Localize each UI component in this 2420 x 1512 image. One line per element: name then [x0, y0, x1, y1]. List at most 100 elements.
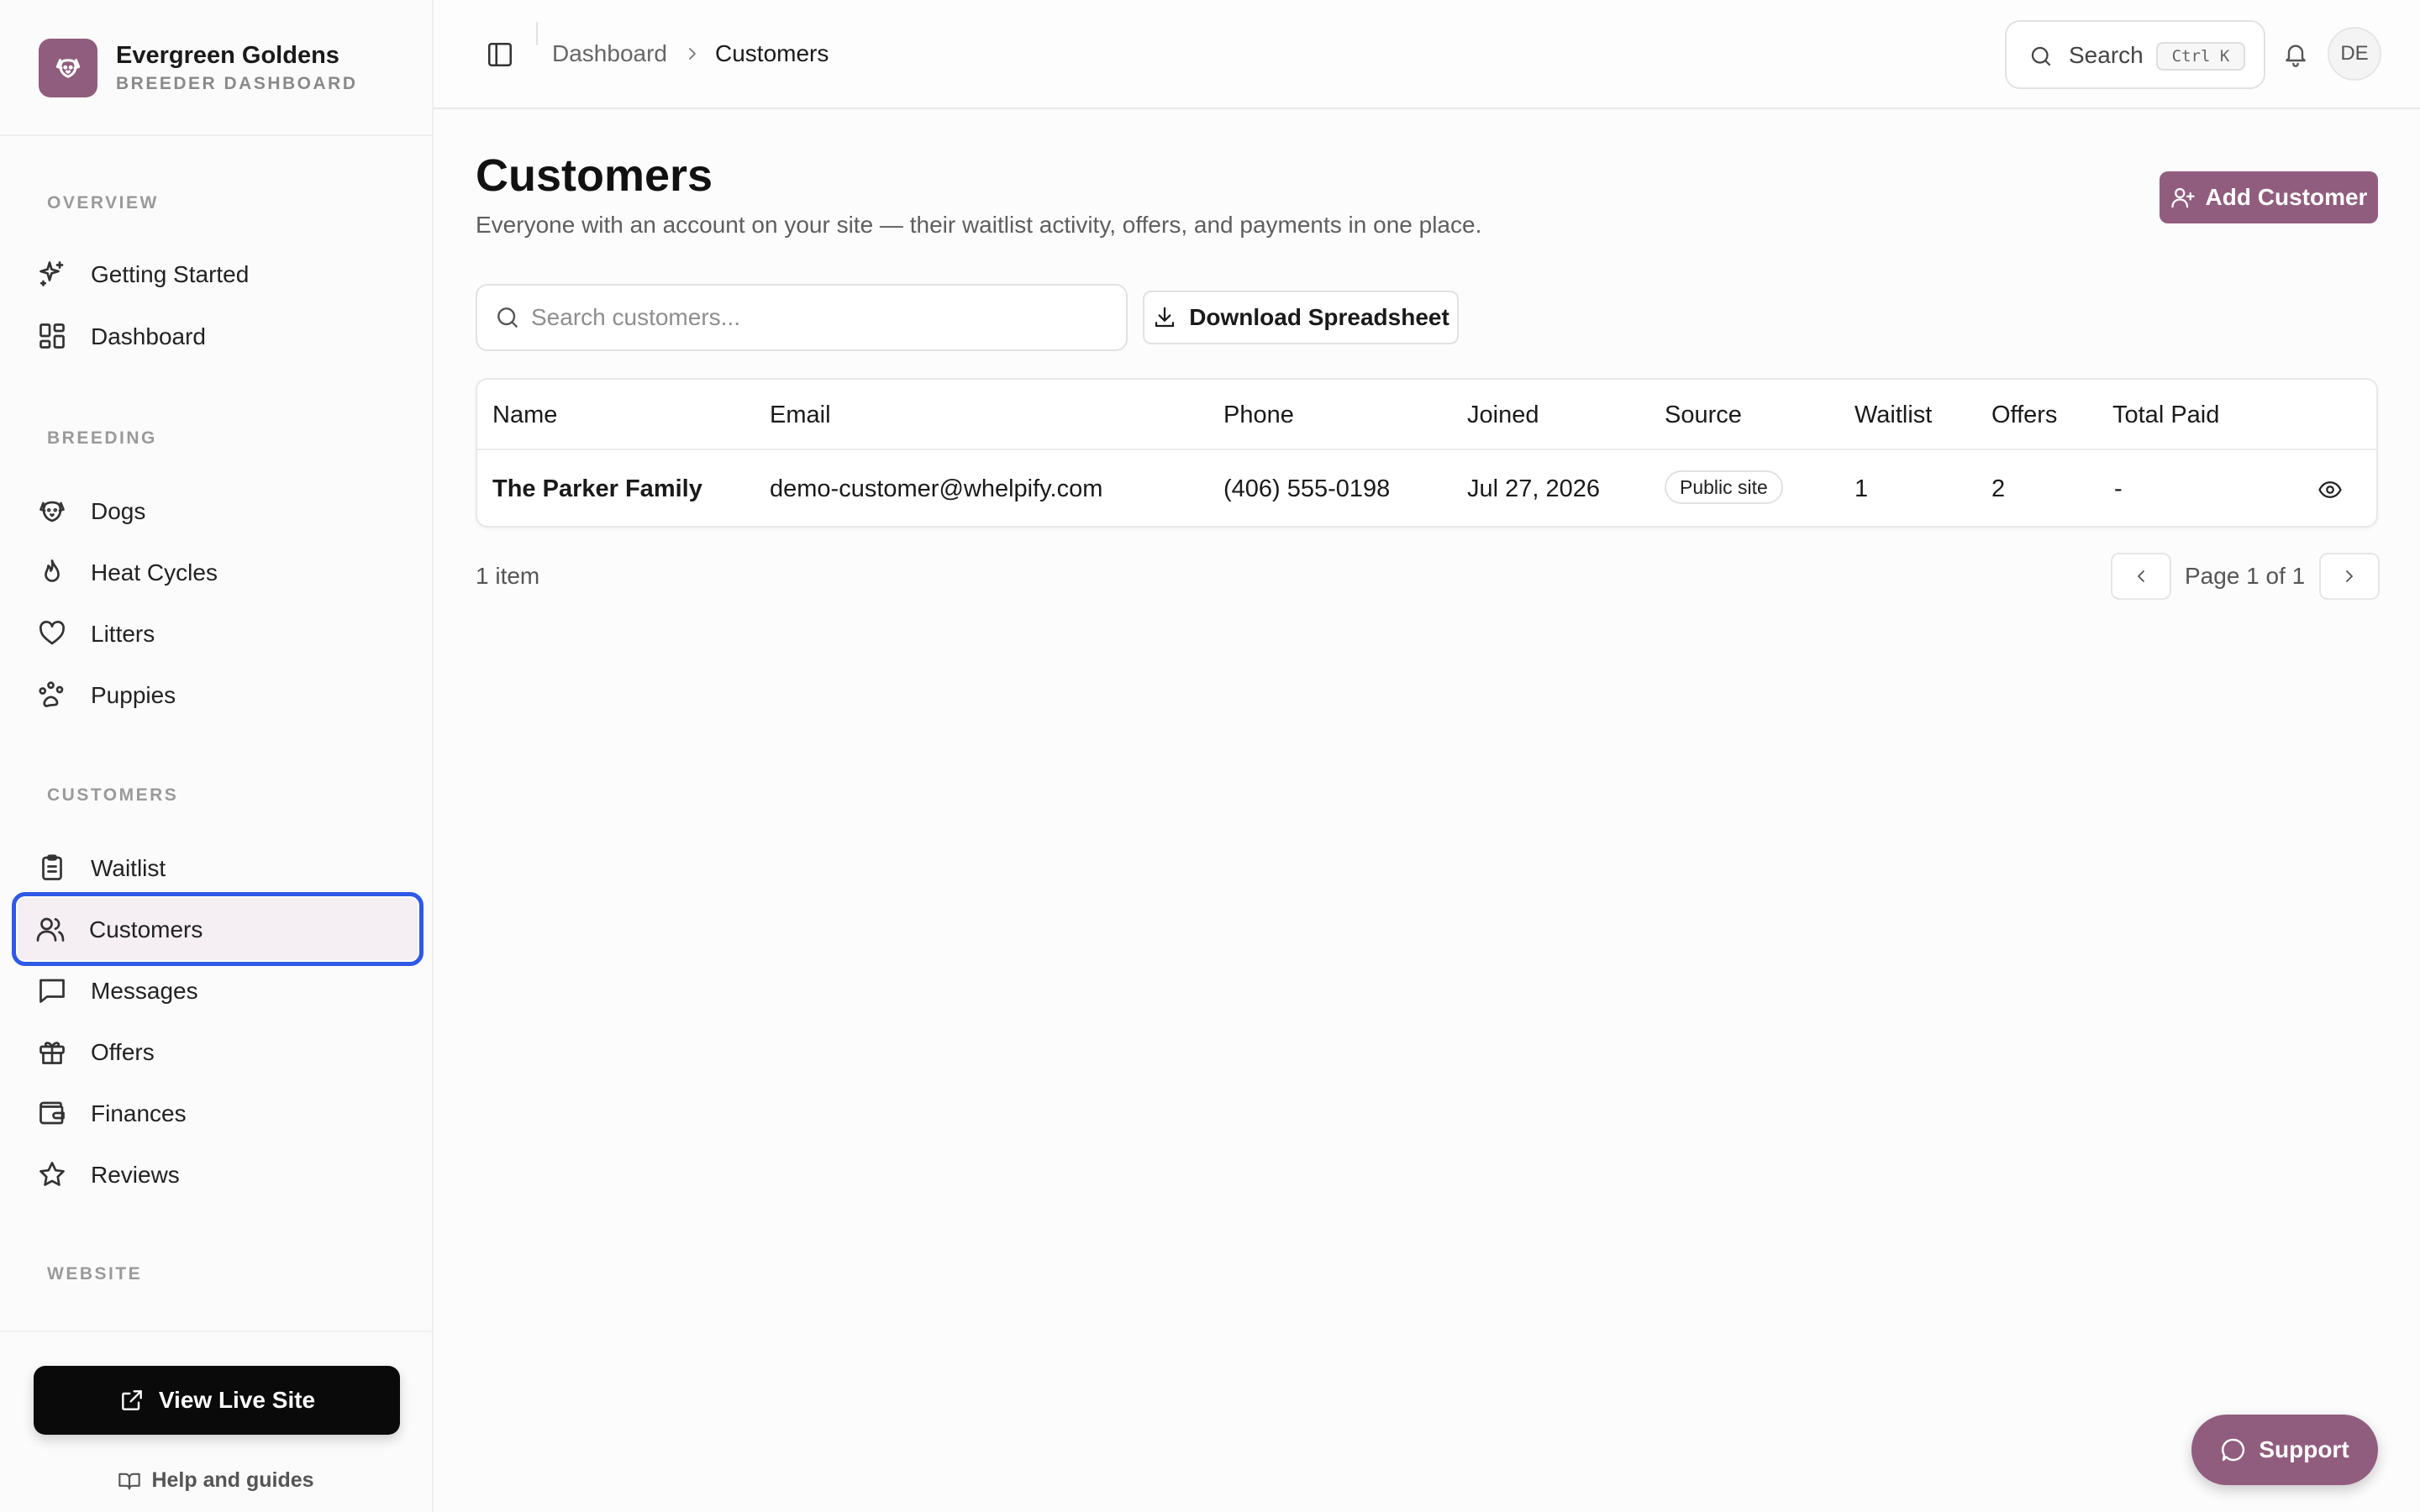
- sidebar-item-label: Offers: [91, 1039, 155, 1065]
- sidebar-item-waitlist[interactable]: Waitlist: [13, 834, 420, 901]
- sidebar-footer: View Live Site Help and guides: [0, 1331, 432, 1512]
- table-header: Name Email Phone Joined Source Waitlist …: [477, 380, 2376, 450]
- sidebar-item-heat-cycles[interactable]: Heat Cycles: [13, 538, 420, 606]
- next-page-button[interactable]: [2319, 553, 2380, 600]
- help-guides-label: Help and guides: [151, 1468, 314, 1492]
- cell-offers: 2: [1991, 475, 2006, 502]
- cell-waitlist: 1: [1854, 475, 1869, 502]
- add-customer-label: Add Customer: [2205, 184, 2368, 210]
- top-bar: Dashboard Customers Search Ctrl K DE: [434, 0, 2420, 109]
- chevron-right-icon: [2339, 566, 2360, 586]
- dog-face-icon[interactable]: [39, 39, 97, 97]
- users-icon: [35, 914, 66, 944]
- flame-icon: [37, 557, 67, 587]
- breadcrumb-customers: Customers: [715, 40, 829, 66]
- customers-table: Name Email Phone Joined Source Waitlist …: [476, 378, 2378, 528]
- wallet-icon: [37, 1098, 67, 1128]
- user-plus-icon: [2170, 185, 2196, 210]
- help-guides-link[interactable]: Help and guides: [0, 1468, 432, 1493]
- column-header-name[interactable]: Name: [492, 402, 557, 429]
- cell-name[interactable]: The Parker Family: [492, 475, 702, 503]
- breadcrumb-dashboard[interactable]: Dashboard: [552, 40, 667, 67]
- sidebar-item-label: Getting Started: [91, 261, 250, 287]
- sidebar-item-label: Messages: [91, 978, 198, 1004]
- sidebar: Evergreen Goldens BREEDER DASHBOARD OVER…: [0, 0, 434, 1512]
- sidebar-item-label: Reviews: [91, 1162, 180, 1188]
- toolbar-divider: [536, 22, 538, 45]
- sidebar-toggle-icon[interactable]: [486, 40, 514, 69]
- add-customer-button[interactable]: Add Customer: [2160, 171, 2378, 223]
- dog-icon: [37, 496, 67, 526]
- sidebar-item-dashboard[interactable]: Dashboard: [13, 302, 420, 370]
- table-row[interactable]: The Parker Family demo-customer@whelpify…: [477, 452, 2376, 526]
- view-live-site-button[interactable]: View Live Site: [34, 1366, 400, 1435]
- support-label: Support: [2259, 1436, 2349, 1462]
- sidebar-item-label: Dashboard: [91, 323, 206, 349]
- page-title: Customers: [476, 150, 713, 201]
- avatar[interactable]: DE: [2328, 27, 2381, 81]
- chevron-right-icon: [682, 44, 702, 64]
- download-icon: [1152, 305, 1177, 330]
- sidebar-item-puppies[interactable]: Puppies: [13, 661, 420, 728]
- column-header-source[interactable]: Source: [1665, 402, 1742, 429]
- section-label-overview: OVERVIEW: [47, 193, 159, 213]
- sidebar-item-label: Customers: [89, 916, 203, 942]
- source-badge: Public site: [1665, 470, 1783, 504]
- cell-phone: (406) 555-0198: [1223, 475, 1391, 502]
- search-label: Search: [2069, 42, 2144, 68]
- brand-name: Evergreen Goldens: [116, 42, 339, 69]
- customer-search-input[interactable]: [531, 297, 1111, 338]
- support-button[interactable]: Support: [2191, 1415, 2378, 1485]
- sparkles-icon: [37, 259, 67, 289]
- section-label-customers: CUSTOMERS: [47, 785, 179, 805]
- sidebar-item-label: Waitlist: [91, 855, 166, 881]
- customer-search-field[interactable]: [476, 284, 1128, 351]
- chat-bubble-icon: [2220, 1436, 2247, 1463]
- sidebar-item-label: Heat Cycles: [91, 559, 218, 585]
- brand-subtitle: BREEDER DASHBOARD: [116, 74, 358, 93]
- book-open-icon: [118, 1469, 141, 1493]
- external-link-icon: [118, 1387, 145, 1414]
- cell-email: demo-customer@whelpify.com: [770, 475, 1103, 502]
- sidebar-item-label: Litters: [91, 621, 155, 647]
- chevron-left-icon: [2131, 566, 2151, 586]
- column-header-joined[interactable]: Joined: [1467, 402, 1539, 429]
- search-icon: [2028, 44, 2054, 69]
- pagination-label: Page 1 of 1: [2185, 563, 2306, 589]
- sidebar-item-finances[interactable]: Finances: [13, 1079, 420, 1147]
- sidebar-item-dogs[interactable]: Dogs: [13, 477, 420, 544]
- previous-page-button[interactable]: [2111, 553, 2171, 600]
- column-header-email[interactable]: Email: [770, 402, 831, 429]
- sidebar-item-label: Finances: [91, 1100, 187, 1126]
- column-header-waitlist[interactable]: Waitlist: [1854, 402, 1932, 429]
- brand-header: Evergreen Goldens BREEDER DASHBOARD: [0, 0, 432, 136]
- sidebar-item-customers[interactable]: Customers: [12, 892, 424, 966]
- sidebar-item-messages[interactable]: Messages: [13, 957, 420, 1024]
- message-icon: [37, 975, 67, 1005]
- section-label-breeding: BREEDING: [47, 428, 157, 448]
- sidebar-item-litters[interactable]: Litters: [13, 600, 420, 667]
- download-spreadsheet-button[interactable]: Download Spreadsheet: [1143, 291, 1459, 344]
- global-search-button[interactable]: Search Ctrl K: [2005, 20, 2265, 89]
- sidebar-item-getting-started[interactable]: Getting Started: [13, 240, 420, 307]
- eye-icon[interactable]: [2317, 477, 2343, 502]
- grid-icon: [37, 321, 67, 351]
- page-subtitle: Everyone with an account on your site — …: [476, 212, 1482, 238]
- bell-icon[interactable]: [2282, 40, 2309, 67]
- sidebar-item-offers[interactable]: Offers: [13, 1018, 420, 1085]
- heart-icon: [37, 618, 67, 648]
- column-header-phone[interactable]: Phone: [1223, 402, 1294, 429]
- item-count: 1 item: [476, 563, 540, 589]
- sidebar-item-reviews[interactable]: Reviews: [13, 1141, 420, 1208]
- sidebar-item-label: Dogs: [91, 498, 146, 524]
- gift-icon: [37, 1037, 67, 1067]
- cell-total-paid: -: [2114, 475, 2123, 502]
- cell-joined: Jul 27, 2026: [1467, 475, 1601, 502]
- column-header-offers[interactable]: Offers: [1991, 402, 2057, 429]
- search-icon: [494, 304, 521, 331]
- clipboard-icon: [37, 853, 67, 883]
- download-spreadsheet-label: Download Spreadsheet: [1189, 304, 1449, 330]
- section-label-website: WEBSITE: [47, 1264, 143, 1284]
- search-shortcut-badge: Ctrl K: [2156, 42, 2245, 71]
- column-header-total-paid[interactable]: Total Paid: [2112, 402, 2219, 429]
